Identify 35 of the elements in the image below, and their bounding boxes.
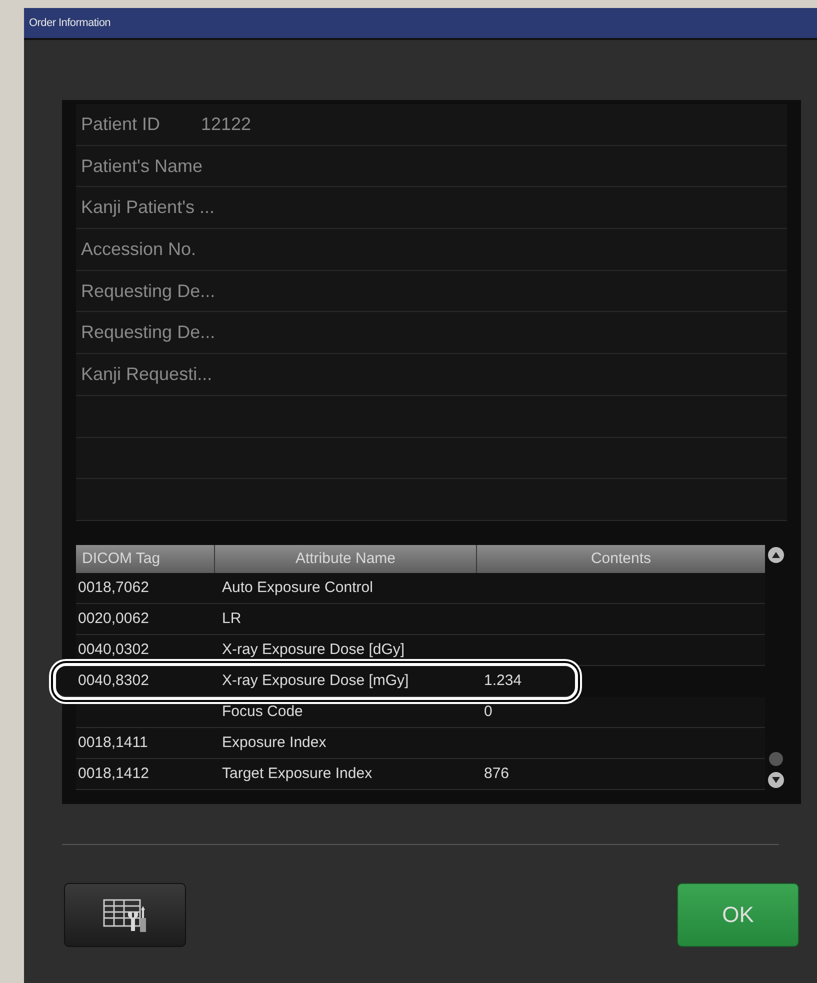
table-cell: 0018,1412: [78, 764, 149, 782]
table-row[interactable]: 0018,7062 Auto Exposure Control: [76, 572, 765, 604]
field-label: Kanji Requesti...: [81, 362, 212, 386]
scroll-thumb-icon[interactable]: [769, 752, 783, 766]
scroll-up-icon[interactable]: [768, 546, 784, 563]
table-cell: Focus Code: [222, 702, 303, 720]
table-cell: 0018,7062: [78, 578, 149, 596]
table-cell: 0020,0062: [78, 610, 149, 627]
table-settings-button[interactable]: [64, 882, 186, 947]
window-title: Order Information: [29, 16, 111, 31]
table-cell: 0040,8302: [78, 672, 149, 689]
field-label: Kanji Patient's ...: [81, 196, 215, 220]
table-cell: 0040,0302: [78, 640, 149, 658]
table-cell: 0018,1411: [78, 734, 148, 751]
table-cell: 1.234: [484, 672, 522, 689]
field-label: Requesting De...: [81, 280, 216, 303]
field-label: Accession No.: [81, 238, 196, 261]
table-row[interactable]: 0018,1411 Exposure Index: [76, 728, 765, 759]
table-settings-icon: [102, 898, 148, 932]
table-cell: Exposure Index: [222, 734, 326, 751]
field-value: 12122: [201, 112, 252, 136]
table-cell: LR: [222, 610, 242, 627]
table-cell: X-ray Exposure Dose [dGy]: [222, 640, 405, 658]
table-cell: X-ray Exposure Dose [mGy]: [222, 672, 409, 689]
table-row[interactable]: 0018,1412 Target Exposure Index 876: [76, 758, 765, 790]
table-cell: Target Exposure Index: [222, 764, 372, 782]
table-cell: 0: [484, 702, 492, 720]
field-label: Requesting De...: [81, 321, 216, 344]
field-label: Patient ID: [81, 112, 162, 136]
table-cell: Auto Exposure Control: [222, 578, 373, 596]
table-cell: 876: [484, 764, 510, 782]
table-row[interactable]: 0020,0062 LR: [76, 604, 765, 635]
scroll-down-icon[interactable]: [768, 772, 784, 788]
field-label: Patient's Name: [81, 154, 202, 178]
scrollbar[interactable]: [765, 544, 787, 790]
